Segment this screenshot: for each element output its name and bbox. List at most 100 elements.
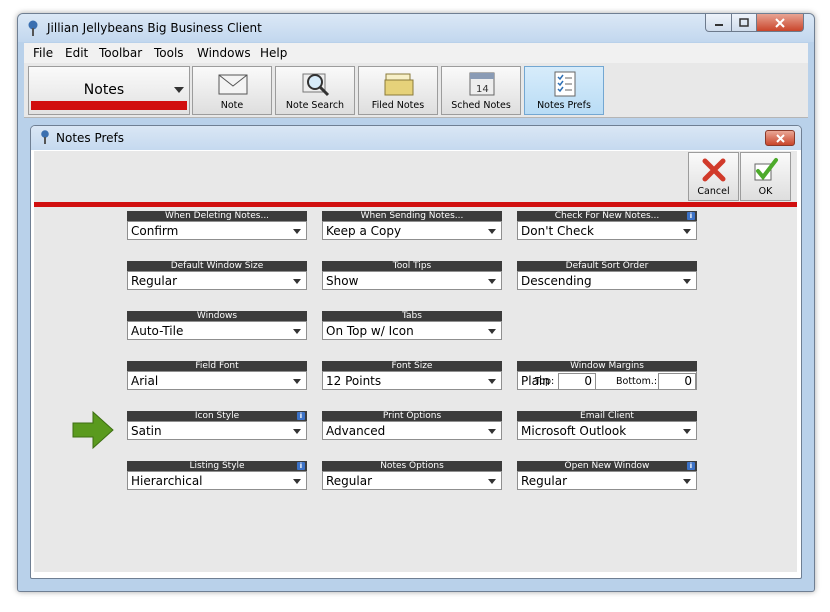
email-client-select[interactable]: Microsoft Outlook (517, 421, 697, 440)
field-label-text: When Deleting Notes... (164, 211, 270, 221)
field-label-text: Notes Options (380, 461, 444, 471)
print-options-select[interactable]: Advanced (322, 421, 502, 440)
field-label-text: Open New Window (564, 461, 650, 471)
minimize-button[interactable] (705, 14, 732, 32)
default-sort-order-value: Descending (521, 274, 592, 288)
menu-edit[interactable]: Edit (65, 46, 88, 60)
note-button[interactable]: Note (192, 66, 272, 115)
ok-label: OK (758, 186, 773, 197)
check-for-new-notes-select[interactable]: Don't Check (517, 221, 697, 240)
icon-style-field: Icon Style i Satin (127, 411, 307, 440)
listing-style-label: Listing Style i (127, 461, 307, 471)
maximize-button[interactable] (731, 14, 757, 32)
chevron-down-icon (488, 279, 496, 284)
when-deleting-notes-select[interactable]: Confirm (127, 221, 307, 240)
toolbar: Notes Note Note Search Filed Notes 14 Sc… (24, 63, 808, 118)
chevron-down-icon (174, 87, 184, 93)
windows-label: Windows (127, 311, 307, 321)
margin-top-input[interactable]: 0 (558, 373, 596, 390)
close-button[interactable] (756, 14, 804, 32)
info-icon[interactable]: i (687, 212, 695, 220)
check-for-new-notes-label: Check For New Notes... i (517, 211, 697, 221)
windows-select[interactable]: Auto-Tile (127, 321, 307, 340)
window-title: Jillian Jellybeans Big Business Client (47, 21, 262, 35)
default-window-size-select[interactable]: Regular (127, 271, 307, 290)
notes-options-value: Regular (326, 474, 373, 488)
font-size-select[interactable]: 12 Points (322, 371, 502, 390)
chevron-down-icon (293, 279, 301, 284)
menu-tools[interactable]: Tools (154, 46, 184, 60)
check-for-new-notes-value: Don't Check (521, 224, 594, 238)
pin-icon (41, 130, 49, 144)
tabs-select[interactable]: On Top w/ Icon (322, 321, 502, 340)
chevron-down-icon (488, 379, 496, 384)
open-new-window-select[interactable]: Regular (517, 471, 697, 490)
module-color-bar (31, 101, 187, 110)
margin-top-label: Top: (535, 376, 555, 387)
maximize-icon (739, 18, 749, 27)
when-sending-notes-select[interactable]: Keep a Copy (322, 221, 502, 240)
field-font-label: Field Font (127, 361, 307, 371)
note-search-button[interactable]: Note Search (275, 66, 355, 115)
svg-text:14: 14 (476, 84, 489, 95)
module-color-bar (34, 202, 797, 207)
menu-bar: File Edit Toolbar Tools Windows Help (24, 43, 808, 63)
menu-windows[interactable]: Windows (197, 46, 251, 60)
chevron-down-icon (293, 429, 301, 434)
icon-style-label: Icon Style i (127, 411, 307, 421)
field-label-text: Icon Style (194, 411, 240, 421)
calendar-icon: 14 (469, 72, 495, 96)
open-new-window-value: Regular (521, 474, 568, 488)
notes-prefs-window: Notes Prefs Cancel OK When Deleting Note… (30, 125, 802, 579)
notes-prefs-button[interactable]: Notes Prefs (524, 66, 604, 115)
default-window-size-label: Default Window Size (127, 261, 307, 271)
chevron-down-icon (293, 329, 301, 334)
dialog-close-button[interactable] (765, 130, 795, 146)
field-label-text: Default Window Size (170, 261, 264, 271)
default-window-size-field: Default Window Size Regular (127, 261, 307, 290)
filed-notes-button[interactable]: Filed Notes (358, 66, 438, 115)
print-options-label: Print Options (322, 411, 502, 421)
chevron-down-icon (488, 229, 496, 234)
tool-tips-value: Show (326, 274, 359, 288)
notes-options-select[interactable]: Regular (322, 471, 502, 490)
info-icon[interactable]: i (687, 462, 695, 470)
field-label-text: Field Font (195, 361, 239, 371)
arrow-right-icon (72, 410, 114, 450)
chevron-down-icon (293, 379, 301, 384)
close-icon (775, 133, 785, 143)
chevron-down-icon (488, 329, 496, 334)
sched-notes-button[interactable]: 14 Sched Notes (441, 66, 521, 115)
field-label-text: Listing Style (189, 461, 245, 471)
menu-toolbar[interactable]: Toolbar (99, 46, 142, 60)
default-sort-order-field: Default Sort Order Descending (517, 261, 697, 290)
info-icon[interactable]: i (297, 412, 305, 420)
when-deleting-notes-field: When Deleting Notes... Confirm (127, 211, 307, 240)
tool-tips-select[interactable]: Show (322, 271, 502, 290)
tabs-label: Tabs (322, 311, 502, 321)
listing-style-field: Listing Style i Hierarchical (127, 461, 307, 490)
title-bar[interactable]: Jillian Jellybeans Big Business Client (18, 14, 814, 42)
icon-style-value: Satin (131, 424, 162, 438)
when-sending-notes-label: When Sending Notes... (322, 211, 502, 221)
minimize-icon (714, 23, 723, 26)
menu-help[interactable]: Help (260, 46, 287, 60)
notes-module-dropdown[interactable]: Notes (28, 66, 190, 115)
field-label-text: Windows (196, 311, 238, 321)
margin-bottom-input[interactable]: 0 (658, 373, 696, 390)
cancel-label: Cancel (697, 186, 730, 197)
field-label-text: Default Sort Order (565, 261, 649, 271)
listing-style-select[interactable]: Hierarchical (127, 471, 307, 490)
check-for-new-notes-field: Check For New Notes... i Don't Check (517, 211, 697, 240)
default-sort-order-select[interactable]: Descending (517, 271, 697, 290)
default-window-size-value: Regular (131, 274, 178, 288)
notes-prefs-title-bar[interactable]: Notes Prefs (31, 126, 801, 150)
field-label-text: Tabs (402, 311, 422, 321)
cancel-button[interactable]: Cancel (688, 152, 739, 201)
info-icon[interactable]: i (297, 462, 305, 470)
menu-file[interactable]: File (33, 46, 53, 60)
field-font-select[interactable]: Arial (127, 371, 307, 390)
notes-dropdown-label: Notes (83, 82, 125, 98)
ok-button[interactable]: OK (740, 152, 791, 201)
icon-style-select[interactable]: Satin (127, 421, 307, 440)
